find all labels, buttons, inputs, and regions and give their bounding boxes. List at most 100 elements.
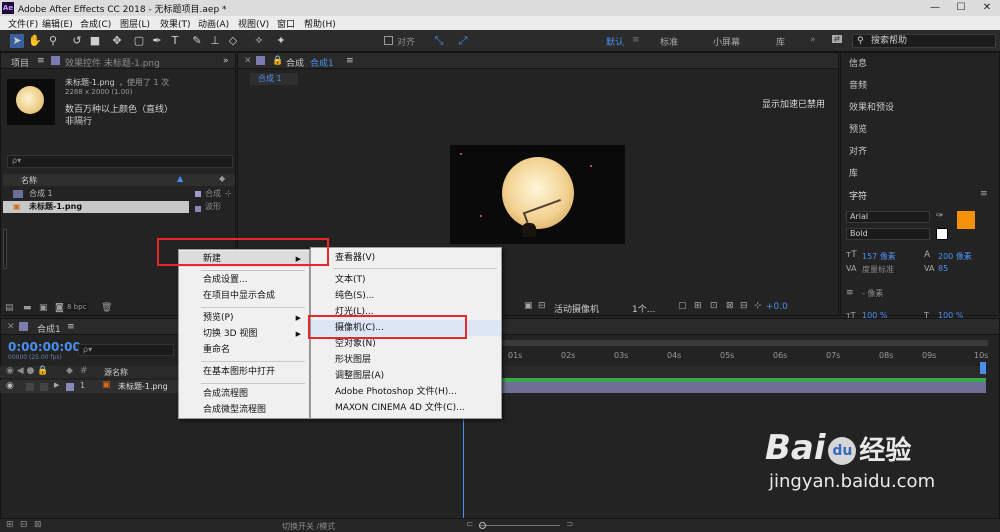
pan-behind-tool-icon[interactable]: ✥ (110, 34, 124, 48)
settings-icon[interactable]: ◙ (55, 303, 64, 313)
fast-preview-icon[interactable]: ⊠ (726, 301, 734, 311)
workspace-library[interactable]: 库 (776, 35, 785, 48)
comp-tab-label[interactable]: 合成 (286, 56, 304, 69)
eyedropper-icon[interactable]: ✑ (936, 211, 944, 221)
submenu-cinema4d-file[interactable]: MAXON CINEMA 4D 文件(C)... (311, 400, 501, 416)
expand-layer-icon[interactable]: ▶ (54, 381, 59, 389)
close-button[interactable]: ✕ (974, 0, 1000, 16)
layer-duration-bar[interactable] (464, 382, 986, 393)
panel-info[interactable]: 信息 (849, 56, 867, 69)
selection-tool-icon[interactable]: ➤ (10, 34, 24, 48)
menu-item-switch-3d-view[interactable]: 切换 3D 视图 ▶ (179, 326, 309, 342)
timeline-tab-label[interactable]: 合成1 (37, 322, 61, 335)
show-channel-icon[interactable]: ⊟ (538, 301, 546, 311)
expand-icon[interactable]: ⤢ (456, 34, 470, 48)
lock-toggle[interactable] (40, 383, 48, 391)
panel-menu-icon[interactable]: ≡ (37, 56, 45, 66)
workspace-default[interactable]: 默认 (606, 35, 624, 48)
menu-layer[interactable]: 图层(L) (120, 17, 150, 30)
work-area-bar[interactable] (464, 340, 988, 346)
comp-tab-name[interactable]: 合成1 (310, 56, 334, 69)
tab-effect-controls[interactable]: 效果控件 未标题-1.png (65, 56, 160, 69)
toggle-pixel-icon[interactable]: ▢ (678, 301, 687, 311)
panel-overflow-icon[interactable]: » (223, 56, 229, 66)
panel-libraries[interactable]: 库 (849, 166, 858, 179)
hand-tool-icon[interactable]: ✋ (28, 34, 42, 48)
menu-item-reveal-in-project[interactable]: 在项目中显示合成 (179, 288, 309, 304)
comp-panel-menu-icon[interactable]: ≡ (346, 56, 354, 66)
comp-flowchart-icon[interactable]: ⊞ (6, 520, 14, 530)
fill-color-swatch[interactable] (956, 210, 976, 230)
close-timeline-icon[interactable]: ✕ (7, 322, 15, 332)
expand-pane-icon[interactable]: ⊟ (20, 520, 28, 530)
timeline-icon[interactable]: ⊟ (740, 301, 748, 311)
menu-edit[interactable]: 编辑(E) (42, 17, 73, 30)
exposure-offset[interactable]: +0.0 (766, 302, 788, 312)
layer-label-color[interactable] (66, 383, 74, 391)
maximize-button[interactable]: ☐ (948, 0, 974, 16)
column-name[interactable]: 名称 (21, 175, 37, 186)
new-folder-icon[interactable]: ▬ (23, 303, 32, 313)
transfer-controls-icon[interactable]: ⊠ (34, 520, 42, 530)
menu-window[interactable]: 窗口 (277, 17, 295, 30)
type-tool-icon[interactable]: T (168, 34, 182, 48)
project-item-footage[interactable]: ▣ 未标题-1.png (3, 201, 189, 213)
tab-project[interactable]: 项目 (11, 56, 29, 69)
menu-item-preview[interactable]: 预览(P) ▶ (179, 310, 309, 326)
timeline-menu-icon[interactable]: ≡ (67, 322, 75, 332)
project-item-comp[interactable]: 合成 1 合成 ⊹ (3, 188, 235, 200)
sync-icon[interactable]: ⇄ (832, 35, 842, 43)
camera-dropdown[interactable]: 活动摄像机 (554, 302, 599, 315)
flowchart-icon[interactable]: ⊹ (225, 188, 232, 200)
submenu-photoshop-file[interactable]: Adobe Photoshop 文件(H)... (311, 384, 501, 400)
menu-file[interactable]: 文件(F) (8, 17, 38, 30)
work-area-end-handle[interactable] (980, 362, 986, 374)
panel-preview[interactable]: 预览 (849, 122, 867, 135)
brush-tool-icon[interactable]: ✎ (190, 34, 204, 48)
rectangle-tool-icon[interactable]: ▢ (132, 34, 146, 48)
rotate-tool-icon[interactable]: ↺ (70, 34, 84, 48)
workspace-small-screen[interactable]: 小屏幕 (713, 35, 740, 48)
snap-options-icon[interactable]: ⤡ (432, 34, 446, 48)
submenu-text[interactable]: 文本(T) (311, 272, 501, 288)
menu-animation[interactable]: 动画(A) (198, 17, 229, 30)
timeline-search-input[interactable]: ρ▾ (78, 344, 174, 356)
stroke-width-value[interactable]: - 像素 (862, 288, 883, 299)
zoom-tool-icon[interactable]: ⚲ (46, 34, 60, 48)
visibility-eye-icon[interactable]: ◉ (6, 381, 14, 391)
submenu-viewer[interactable]: 查看器(V) (311, 250, 501, 266)
new-comp-icon[interactable]: ▣ (39, 303, 48, 313)
zoom-in-icon[interactable]: ⊃ (566, 520, 574, 530)
menu-item-mini-flowchart[interactable]: 合成微型流程图 (179, 402, 309, 418)
minimize-button[interactable]: — (922, 0, 948, 16)
character-menu-icon[interactable]: ≡ (980, 189, 988, 199)
comp-subtab[interactable]: 合成 1 (250, 73, 298, 85)
3d-icon[interactable]: ⊡ (710, 301, 718, 311)
workspace-overflow-icon[interactable]: » (810, 35, 816, 45)
interpret-footage-icon[interactable]: ▤ (5, 303, 14, 313)
source-name-header[interactable]: 源名称 (104, 367, 128, 378)
menu-help[interactable]: 帮助(H) (304, 17, 336, 30)
camera-tool-icon[interactable]: ■ (88, 34, 102, 48)
menu-item-flowchart[interactable]: 合成流程图 (179, 386, 309, 402)
time-ruler[interactable] (464, 366, 986, 378)
label-column-icon[interactable]: ◆ (219, 174, 225, 183)
panel-audio[interactable]: 音频 (849, 78, 867, 91)
menu-item-rename[interactable]: 重命名 (179, 342, 309, 358)
snap-checkbox[interactable] (384, 36, 393, 45)
lock-icon[interactable]: 🔒 (272, 56, 283, 66)
menu-view[interactable]: 视图(V) (238, 17, 269, 30)
puppet-tool-icon[interactable]: ✦ (274, 34, 288, 48)
font-style-dropdown[interactable]: Bold (846, 228, 930, 240)
help-search-input[interactable]: ⚲ 搜索帮助 (852, 34, 996, 48)
close-tab-icon[interactable]: ✕ (244, 56, 252, 66)
menu-item-open-essential-graphics[interactable]: 在基本图形中打开 (179, 364, 309, 380)
flow-icon[interactable]: ⊹ (754, 301, 762, 311)
font-family-dropdown[interactable]: Arial (846, 211, 930, 223)
snapshot-icon[interactable]: ▣ (524, 301, 533, 311)
views-dropdown[interactable]: 1个... (632, 302, 655, 315)
menu-item-comp-settings[interactable]: 合成设置... (179, 272, 309, 288)
menu-effect[interactable]: 效果(T) (160, 17, 191, 30)
roto-brush-tool-icon[interactable]: ✧ (252, 34, 266, 48)
zoom-slider[interactable] (480, 525, 560, 526)
